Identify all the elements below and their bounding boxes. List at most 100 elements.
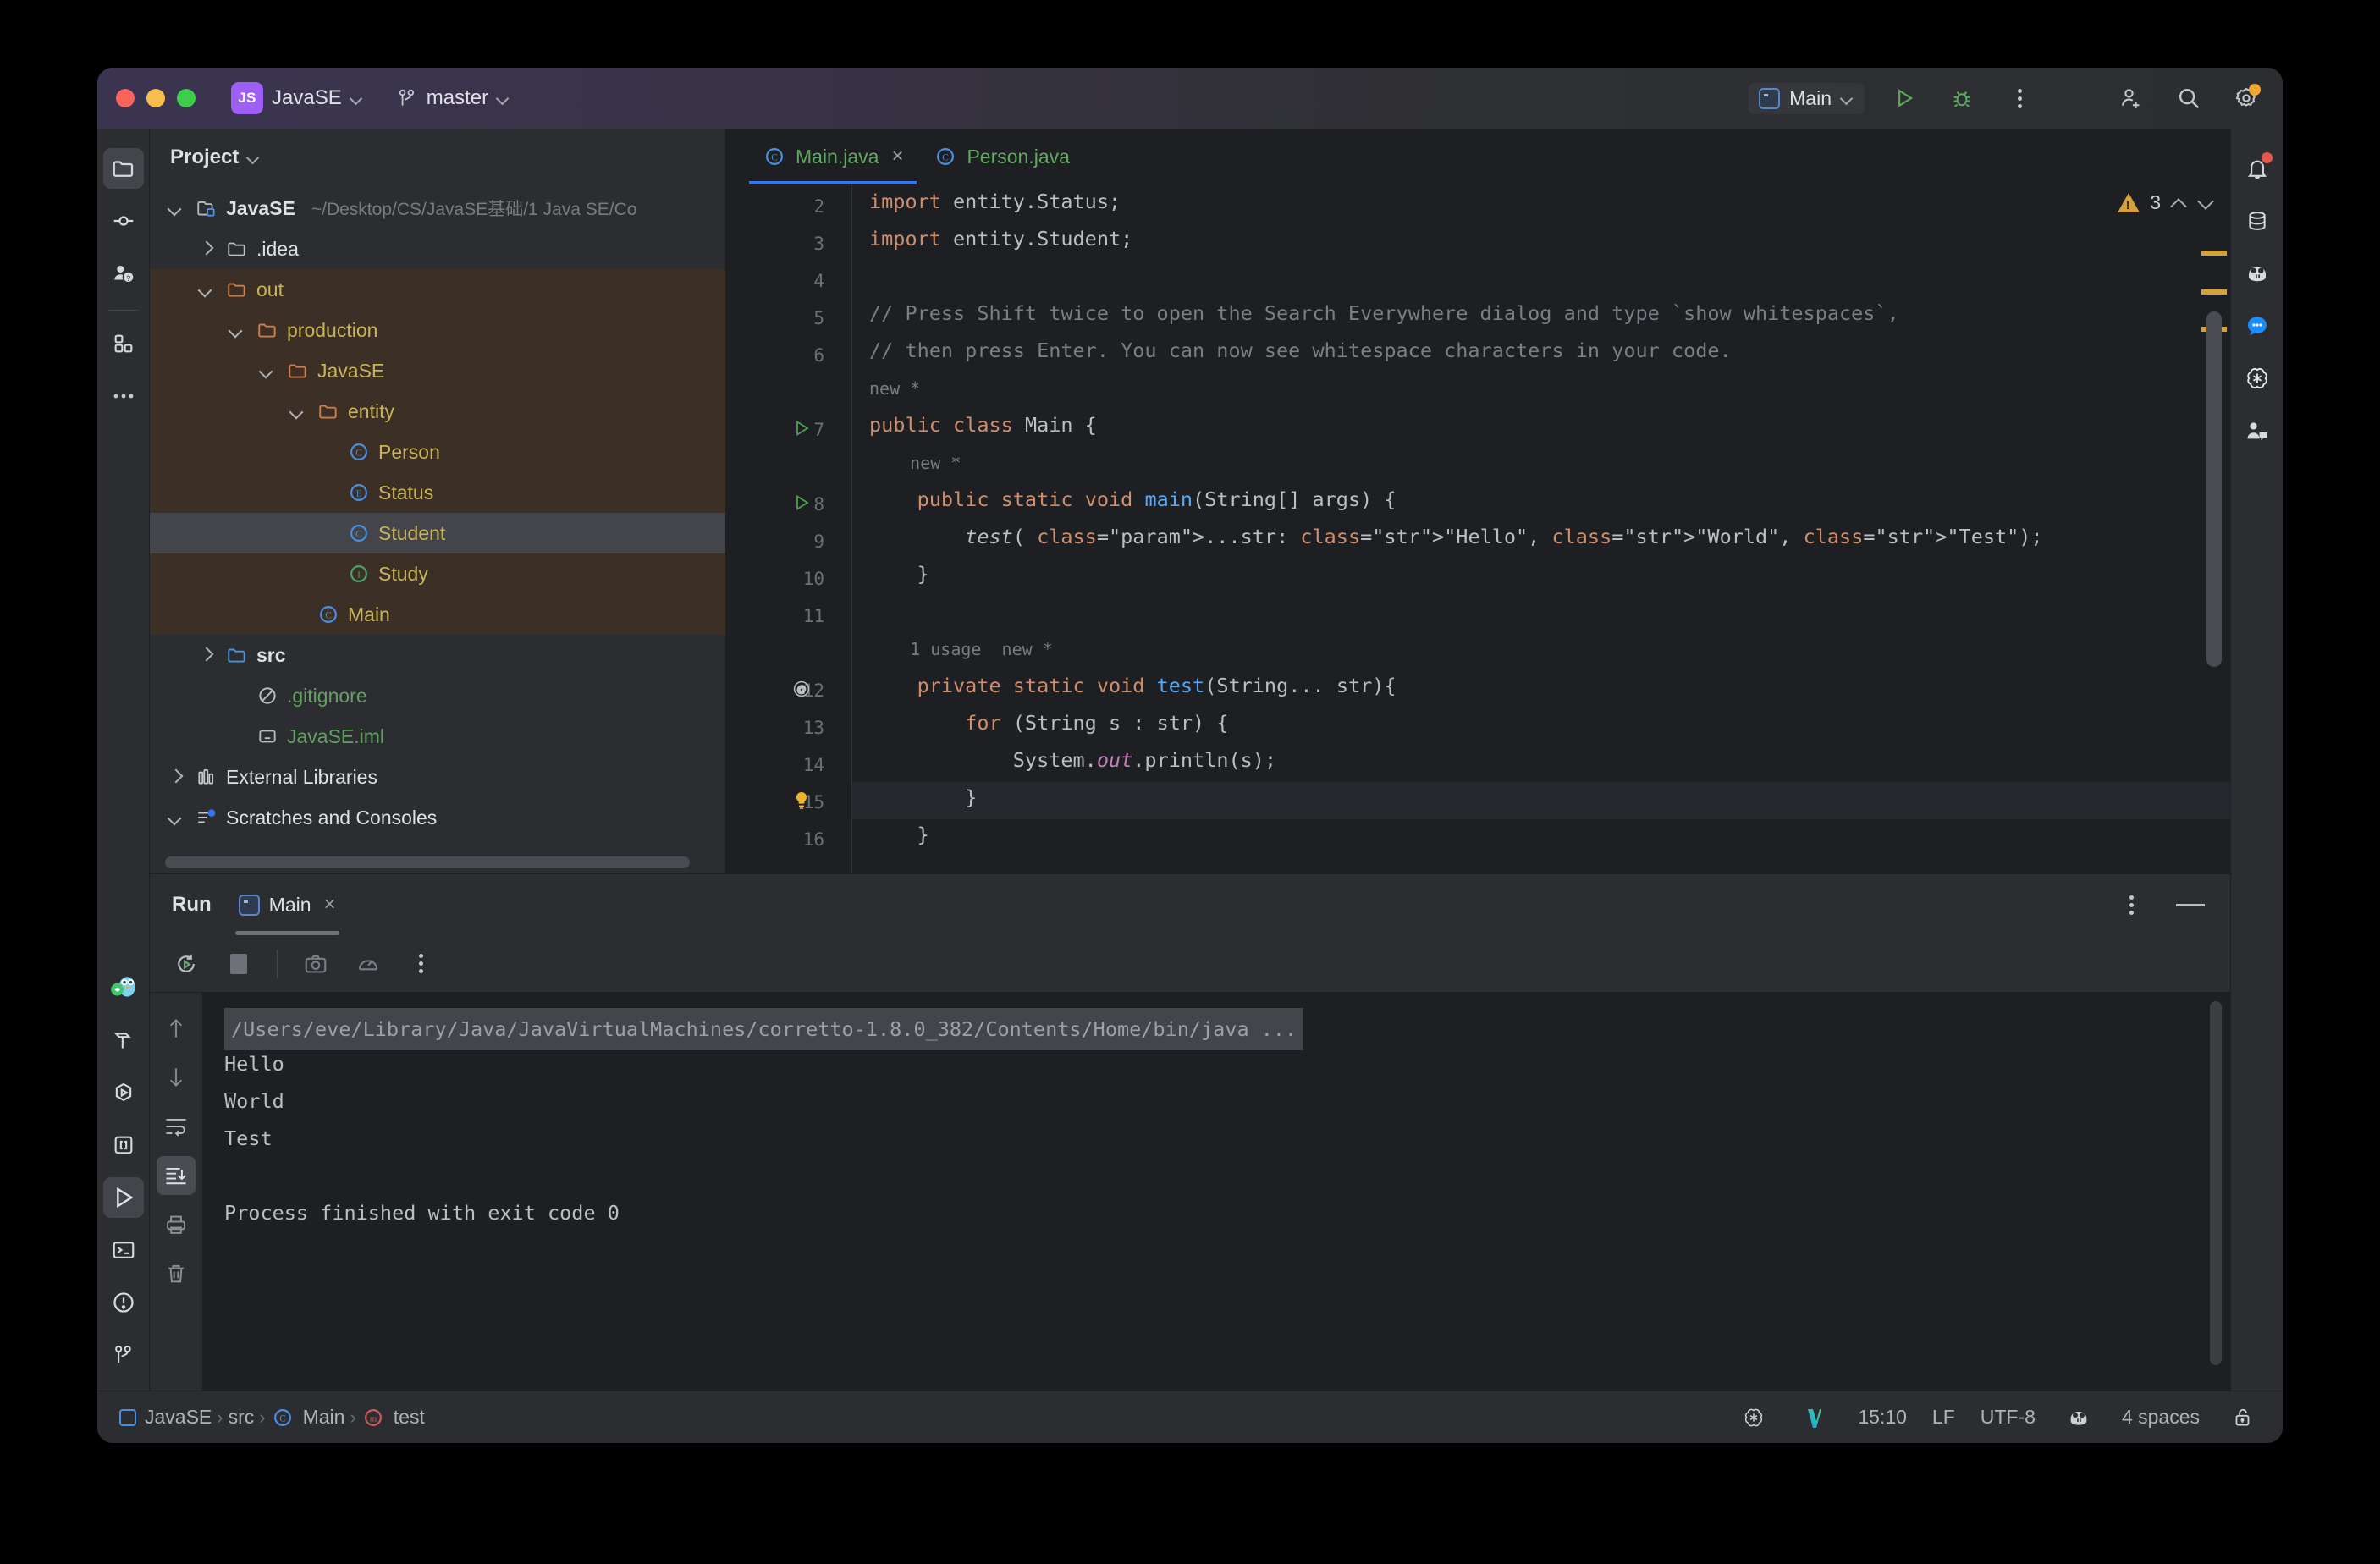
tree-item-scratches-and-consoles[interactable]: Scratches and Consoles (150, 797, 725, 838)
code-line[interactable]: private static void test(String... str){ (869, 674, 1397, 697)
project-tree[interactable]: JavaSE ~/Desktop/CS/JavaSE基础/1 Java SE/Co… (150, 186, 725, 873)
sidebar-item-version-control[interactable] (103, 1335, 144, 1375)
maximize-window-button[interactable] (177, 89, 196, 107)
code-line[interactable]: import entity.Status; (869, 190, 1121, 213)
branch-selector[interactable]: master (388, 81, 519, 115)
sidebar-item-project[interactable] (102, 148, 144, 189)
chevron-right-icon[interactable] (196, 644, 218, 666)
code-line[interactable]: for (String s : str) { (869, 711, 1228, 735)
hide-run-panel-button[interactable] (2173, 887, 2208, 922)
search-everywhere-button[interactable] (2171, 80, 2206, 116)
chevron-down-icon[interactable] (256, 360, 278, 382)
console-output[interactable]: /Users/eve/Library/Java/JavaVirtualMachi… (202, 993, 2230, 1391)
project-tree-horizontal-scrollbar[interactable] (165, 856, 690, 868)
close-window-button[interactable] (116, 89, 135, 107)
close-icon[interactable]: × (891, 145, 903, 168)
close-icon[interactable]: × (324, 893, 336, 917)
sidebar-item-run[interactable] (102, 1177, 144, 1218)
clear-all-button[interactable] (157, 1254, 196, 1293)
copilot-status-button[interactable] (2061, 1400, 2096, 1435)
sidebar-item-build[interactable] (103, 1020, 144, 1060)
code-line[interactable]: } (869, 562, 929, 586)
gutter-marker[interactable] (790, 491, 813, 517)
editor-tab-person-java[interactable]: C Person.java (920, 129, 1083, 184)
sidebar-item-code-with-me[interactable] (2237, 410, 2278, 451)
sidebar-item-more[interactable] (103, 376, 144, 416)
chevron-down-icon[interactable] (165, 197, 187, 219)
debug-button[interactable] (1944, 80, 1980, 116)
tree-item-entity[interactable]: entity (150, 391, 725, 432)
encoding-label[interactable]: UTF-8 (1981, 1406, 2036, 1429)
scroll-to-end-button[interactable] (157, 1156, 196, 1195)
next-problem-icon[interactable] (2198, 195, 2215, 212)
add-user-button[interactable] (2113, 80, 2149, 116)
editor-gutter[interactable]: 2 3 4 5 6 7 8 9 10 11 12 @13 14 15 16 (725, 184, 852, 873)
scroll-up-button[interactable] (157, 1009, 196, 1048)
code-line[interactable]: new * (869, 450, 961, 474)
chevron-right-icon[interactable] (196, 238, 218, 260)
sidebar-item-commit[interactable] (103, 201, 144, 241)
tree-item-status[interactable]: E Status (150, 472, 725, 513)
run-panel-options-button[interactable] (2113, 887, 2149, 922)
indent-label[interactable]: 4 spaces (2122, 1406, 2200, 1429)
sidebar-item-bookmarks[interactable] (103, 1125, 144, 1165)
stop-button[interactable] (221, 946, 256, 982)
tree-item--idea[interactable]: .idea (150, 229, 725, 269)
code-area[interactable]: 3 23456789101112@13141516 import entity.… (725, 184, 2230, 873)
gutter-marker[interactable] (790, 789, 813, 816)
project-selector[interactable]: JS JavaSE (223, 77, 372, 119)
tree-item-src[interactable]: src (150, 635, 725, 675)
code-line[interactable]: System.out.println(s); (869, 748, 1276, 772)
run-button[interactable] (1887, 80, 1922, 116)
vim-mode-button[interactable] (1797, 1400, 1832, 1435)
clock-label[interactable]: 15:10 (1858, 1406, 1907, 1429)
previous-problem-icon[interactable] (2171, 195, 2188, 212)
breadcrumb-item-javase[interactable]: JavaSE (119, 1406, 212, 1429)
more-actions-button[interactable] (2002, 80, 2037, 116)
inspection-widget[interactable]: 3 (2118, 191, 2215, 214)
sidebar-item-problems[interactable] (103, 1282, 144, 1323)
sidebar-item-openai[interactable] (2237, 358, 2278, 399)
read-only-toggle[interactable] (2225, 1400, 2261, 1435)
tree-item-javase[interactable]: JavaSE ~/Desktop/CS/JavaSE基础/1 Java SE/Co (150, 188, 725, 229)
profiler-button[interactable] (350, 946, 386, 982)
code-line[interactable]: test( class="param">...str: class="str">… (869, 525, 2042, 548)
scroll-down-button[interactable] (157, 1058, 196, 1097)
code-line[interactable]: } (869, 823, 929, 846)
code-line[interactable]: public static void main(String[] args) { (869, 487, 1397, 511)
tree-item-person[interactable]: C Person (150, 432, 725, 472)
code-line[interactable]: import entity.Student; (869, 227, 1132, 251)
tree-item-javase-iml[interactable]: JavaSE.iml (150, 716, 725, 757)
run-tab-main[interactable]: Main × (234, 874, 341, 935)
tree-item-javase[interactable]: JavaSE (150, 350, 725, 391)
chevron-down-icon[interactable] (196, 278, 218, 300)
gutter-marker[interactable]: @ (790, 677, 813, 703)
sidebar-item-notifications[interactable] (2237, 148, 2278, 189)
sidebar-item-terminal[interactable] (103, 1230, 144, 1270)
chevron-down-icon[interactable] (165, 807, 187, 829)
openai-status-button[interactable] (1736, 1400, 1771, 1435)
run-toolbar-more-button[interactable] (403, 946, 438, 982)
minimize-window-button[interactable] (146, 89, 165, 107)
tree-item-main[interactable]: C Main (150, 594, 725, 635)
breadcrumb-item-src[interactable]: src (229, 1406, 255, 1429)
sidebar-item-copilot[interactable] (2237, 253, 2278, 294)
print-button[interactable] (157, 1205, 196, 1244)
chevron-down-icon[interactable] (287, 400, 309, 422)
code-line[interactable]: } (869, 785, 977, 809)
line-separator-label[interactable]: LF (1932, 1406, 1955, 1429)
breadcrumb-item-test[interactable]: m test (361, 1406, 425, 1429)
sidebar-item-go-plugin[interactable] (103, 967, 144, 1008)
code-line[interactable]: new * (869, 376, 920, 399)
code-line[interactable]: // then press Enter. You can now see whi… (869, 339, 1732, 362)
chevron-right-icon[interactable] (165, 766, 187, 788)
soft-wrap-button[interactable] (157, 1107, 196, 1146)
sidebar-item-services[interactable] (103, 1072, 144, 1113)
code-line[interactable]: // Press Shift twice to open the Search … (869, 301, 1899, 325)
tree-item-production[interactable]: production (150, 310, 725, 350)
settings-button[interactable] (2228, 80, 2264, 116)
sidebar-item-ai-assistant[interactable]: ? (103, 253, 144, 294)
run-configuration-selector[interactable]: Main (1749, 82, 1865, 114)
gutter-marker[interactable] (790, 416, 813, 443)
tree-item-out[interactable]: out (150, 269, 725, 310)
